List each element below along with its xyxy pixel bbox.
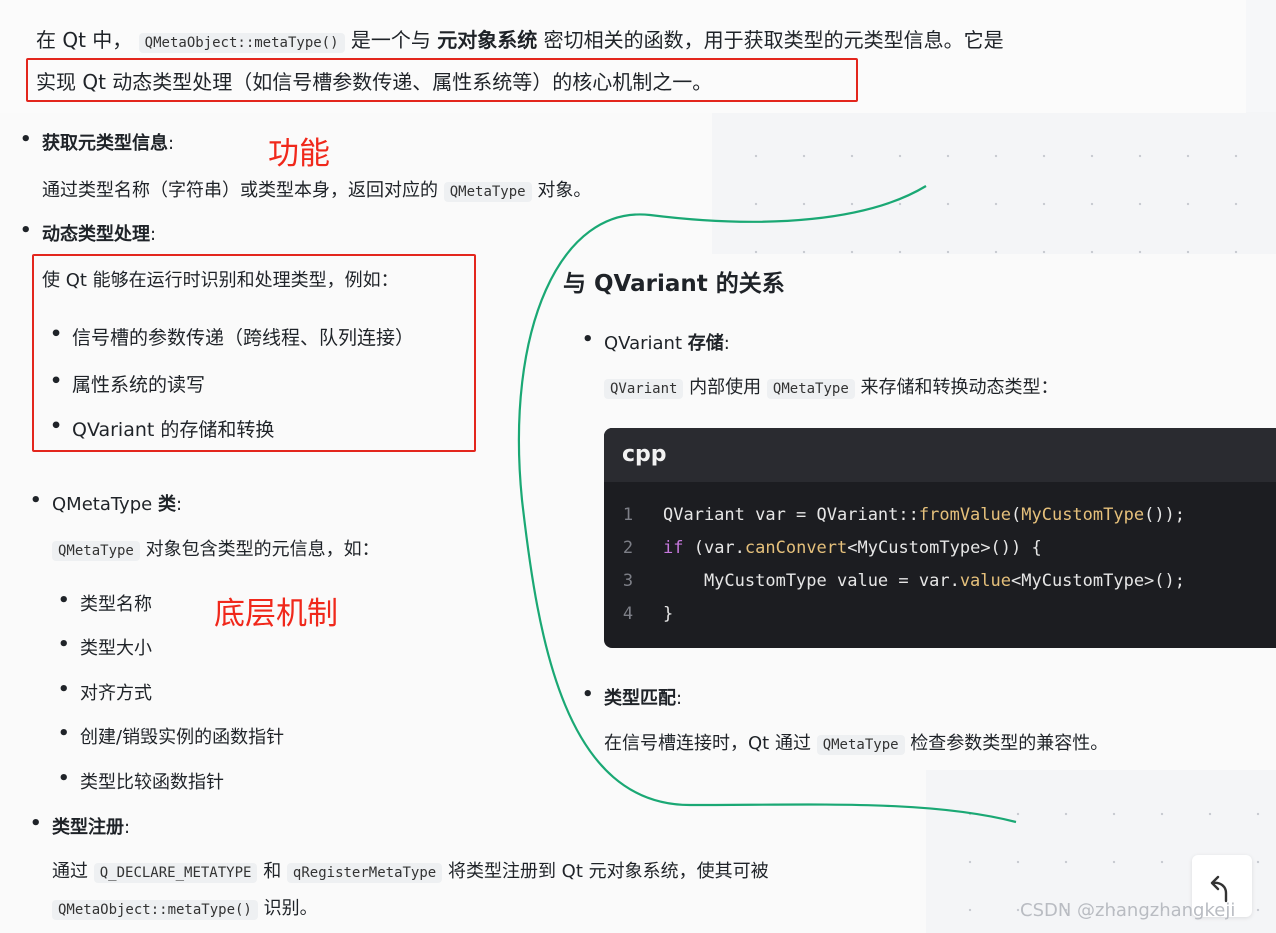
list-item: 类型匹配: xyxy=(582,684,683,710)
code-line: 1 QVariant var = QVariant::fromValue(MyCu… xyxy=(604,505,1185,525)
sub-list-item: QVariant 的存储和转换 xyxy=(50,415,274,442)
list-item: QVariant 存储: xyxy=(582,329,730,355)
colon: : xyxy=(124,817,131,838)
item-title-bold: 类 xyxy=(157,494,176,515)
list-item: 动态类型处理: xyxy=(20,220,157,246)
description-text: 通过 xyxy=(52,861,88,882)
watermark: CSDN @zhangzhangkeji xyxy=(1020,900,1236,921)
annotation-function: 功能 xyxy=(268,136,330,172)
item-title: 动态类型处理 xyxy=(42,224,150,245)
intro-bold-term: 元对象系统 xyxy=(437,28,538,52)
code-function: fromValue xyxy=(918,505,1011,525)
item-title: QMetaType xyxy=(52,494,158,515)
item-description: 通过 Q_DECLARE_METATYPE 和 qRegisterMetaTyp… xyxy=(52,857,769,883)
sub-list-item: 类型比较函数指针 xyxy=(58,768,224,794)
list-item: 获取元类型信息: xyxy=(20,129,175,155)
intro-text: 密切相关的函数，用于获取类型的元类型信息。它是 xyxy=(543,28,1004,52)
line-number: 2 xyxy=(622,538,634,558)
inline-code: QMetaObject::metaType() xyxy=(138,33,345,53)
intro-text: 是一个与 xyxy=(350,28,431,52)
colon: : xyxy=(723,333,730,354)
item-description: 使 Qt 能够在运行时识别和处理类型，例如： xyxy=(42,270,399,291)
sub-list-item: 属性系统的读写 xyxy=(50,370,205,397)
line-number: 4 xyxy=(622,604,634,624)
sub-list-item: 对齐方式 xyxy=(58,679,152,705)
item-description: 在信号槽连接时，Qt 通过 QMetaType 检查参数类型的兼容性。 xyxy=(604,729,1108,755)
inline-code: Q_DECLARE_METATYPE xyxy=(93,863,258,883)
list-item: 类型注册: xyxy=(30,813,131,839)
sub-list-item: 创建/销毁实例的函数指针 xyxy=(58,723,284,749)
code-text: } xyxy=(663,604,674,624)
code-text: QVariant var = QVariant:: xyxy=(663,505,919,525)
description-text: 通过类型名称（字符串）或类型本身，返回对应的 xyxy=(42,180,438,201)
sub-list-item: 信号槽的参数传递（跨线程、队列连接） xyxy=(50,323,414,350)
description-text: 将类型注册到 Qt 元对象系统，使其可被 xyxy=(447,861,769,882)
code-text: MyCustomType value = var. xyxy=(663,571,960,591)
code-text: ()); xyxy=(1144,505,1186,525)
code-function: MyCustomType xyxy=(1021,505,1145,525)
sub-list-item: 类型名称 xyxy=(58,590,152,616)
colon: : xyxy=(168,133,175,154)
description-text: 对象。 xyxy=(537,180,592,201)
code-line: 4} xyxy=(604,604,673,624)
description-text: 内部使用 xyxy=(689,377,762,398)
item-title: 获取元类型信息 xyxy=(42,133,168,154)
intro-line-1: 在 Qt 中， QMetaObject::metaType() 是一个与 元对象… xyxy=(36,24,1004,53)
description-text: 检查参数类型的兼容性。 xyxy=(910,733,1109,754)
annotation-mechanism: 底层机制 xyxy=(214,596,338,632)
item-title: 类型注册 xyxy=(52,817,124,838)
code-function: canConvert xyxy=(744,538,848,558)
description-text: 对象包含类型的元信息，如： xyxy=(145,539,380,560)
inline-code: QMetaType xyxy=(766,379,855,399)
item-description: QMetaType 对象包含类型的元信息，如： xyxy=(52,535,380,561)
description-text: 识别。 xyxy=(263,898,318,919)
description-text: 和 xyxy=(263,861,282,882)
code-text: ( xyxy=(1011,505,1022,525)
item-description-cont: QMetaObject::metaType() 识别。 xyxy=(52,894,318,920)
inline-code: QMetaType xyxy=(443,182,532,202)
description-text: 来存储和转换动态类型： xyxy=(860,377,1059,398)
inline-code: QMetaType xyxy=(52,541,140,561)
code-line: 3 MyCustomType value = var.value<MyCusto… xyxy=(604,571,1185,591)
inline-code: QMetaType xyxy=(816,735,905,755)
item-title: 类型匹配 xyxy=(604,688,676,709)
item-description: 通过类型名称（字符串）或类型本身，返回对应的 QMetaType 对象。 xyxy=(42,176,591,202)
code-text: <MyCustomType>(); xyxy=(1011,571,1185,591)
code-keyword: if xyxy=(663,538,684,558)
description-text: 在信号槽连接时，Qt 通过 xyxy=(604,733,811,754)
colon: : xyxy=(150,224,157,245)
inline-code: QMetaObject::metaType() xyxy=(52,900,258,920)
intro-text: 在 Qt 中， xyxy=(36,28,133,52)
item-title: QVariant xyxy=(604,333,688,354)
code-function: value xyxy=(959,571,1011,591)
item-title-bold: 存储 xyxy=(687,333,724,354)
highlight-box-intro xyxy=(26,58,858,102)
code-text: <MyCustomType>()) { xyxy=(847,538,1042,558)
line-number: 3 xyxy=(622,571,634,591)
sub-list-item: 类型大小 xyxy=(58,634,152,660)
code-line: 2 if (var.canConvert<MyCustomType>()) { xyxy=(604,538,1042,558)
line-number: 1 xyxy=(622,505,634,525)
section-heading: 与 QVariant 的关系 xyxy=(563,271,785,297)
canvas-dots-top xyxy=(712,112,1276,254)
colon: : xyxy=(676,688,683,709)
code-block: cpp 1 QVariant var = QVariant::fromValue(… xyxy=(604,428,1276,648)
code-language-label: cpp xyxy=(604,428,1276,482)
inline-code: QVariant xyxy=(604,379,684,399)
colon: : xyxy=(175,494,183,515)
inline-code: qRegisterMetaType xyxy=(286,863,443,883)
item-description: QVariant 内部使用 QMetaType 来存储和转换动态类型： xyxy=(604,373,1059,399)
list-item: QMetaType 类: xyxy=(30,490,183,516)
code-text: (var. xyxy=(683,538,745,558)
